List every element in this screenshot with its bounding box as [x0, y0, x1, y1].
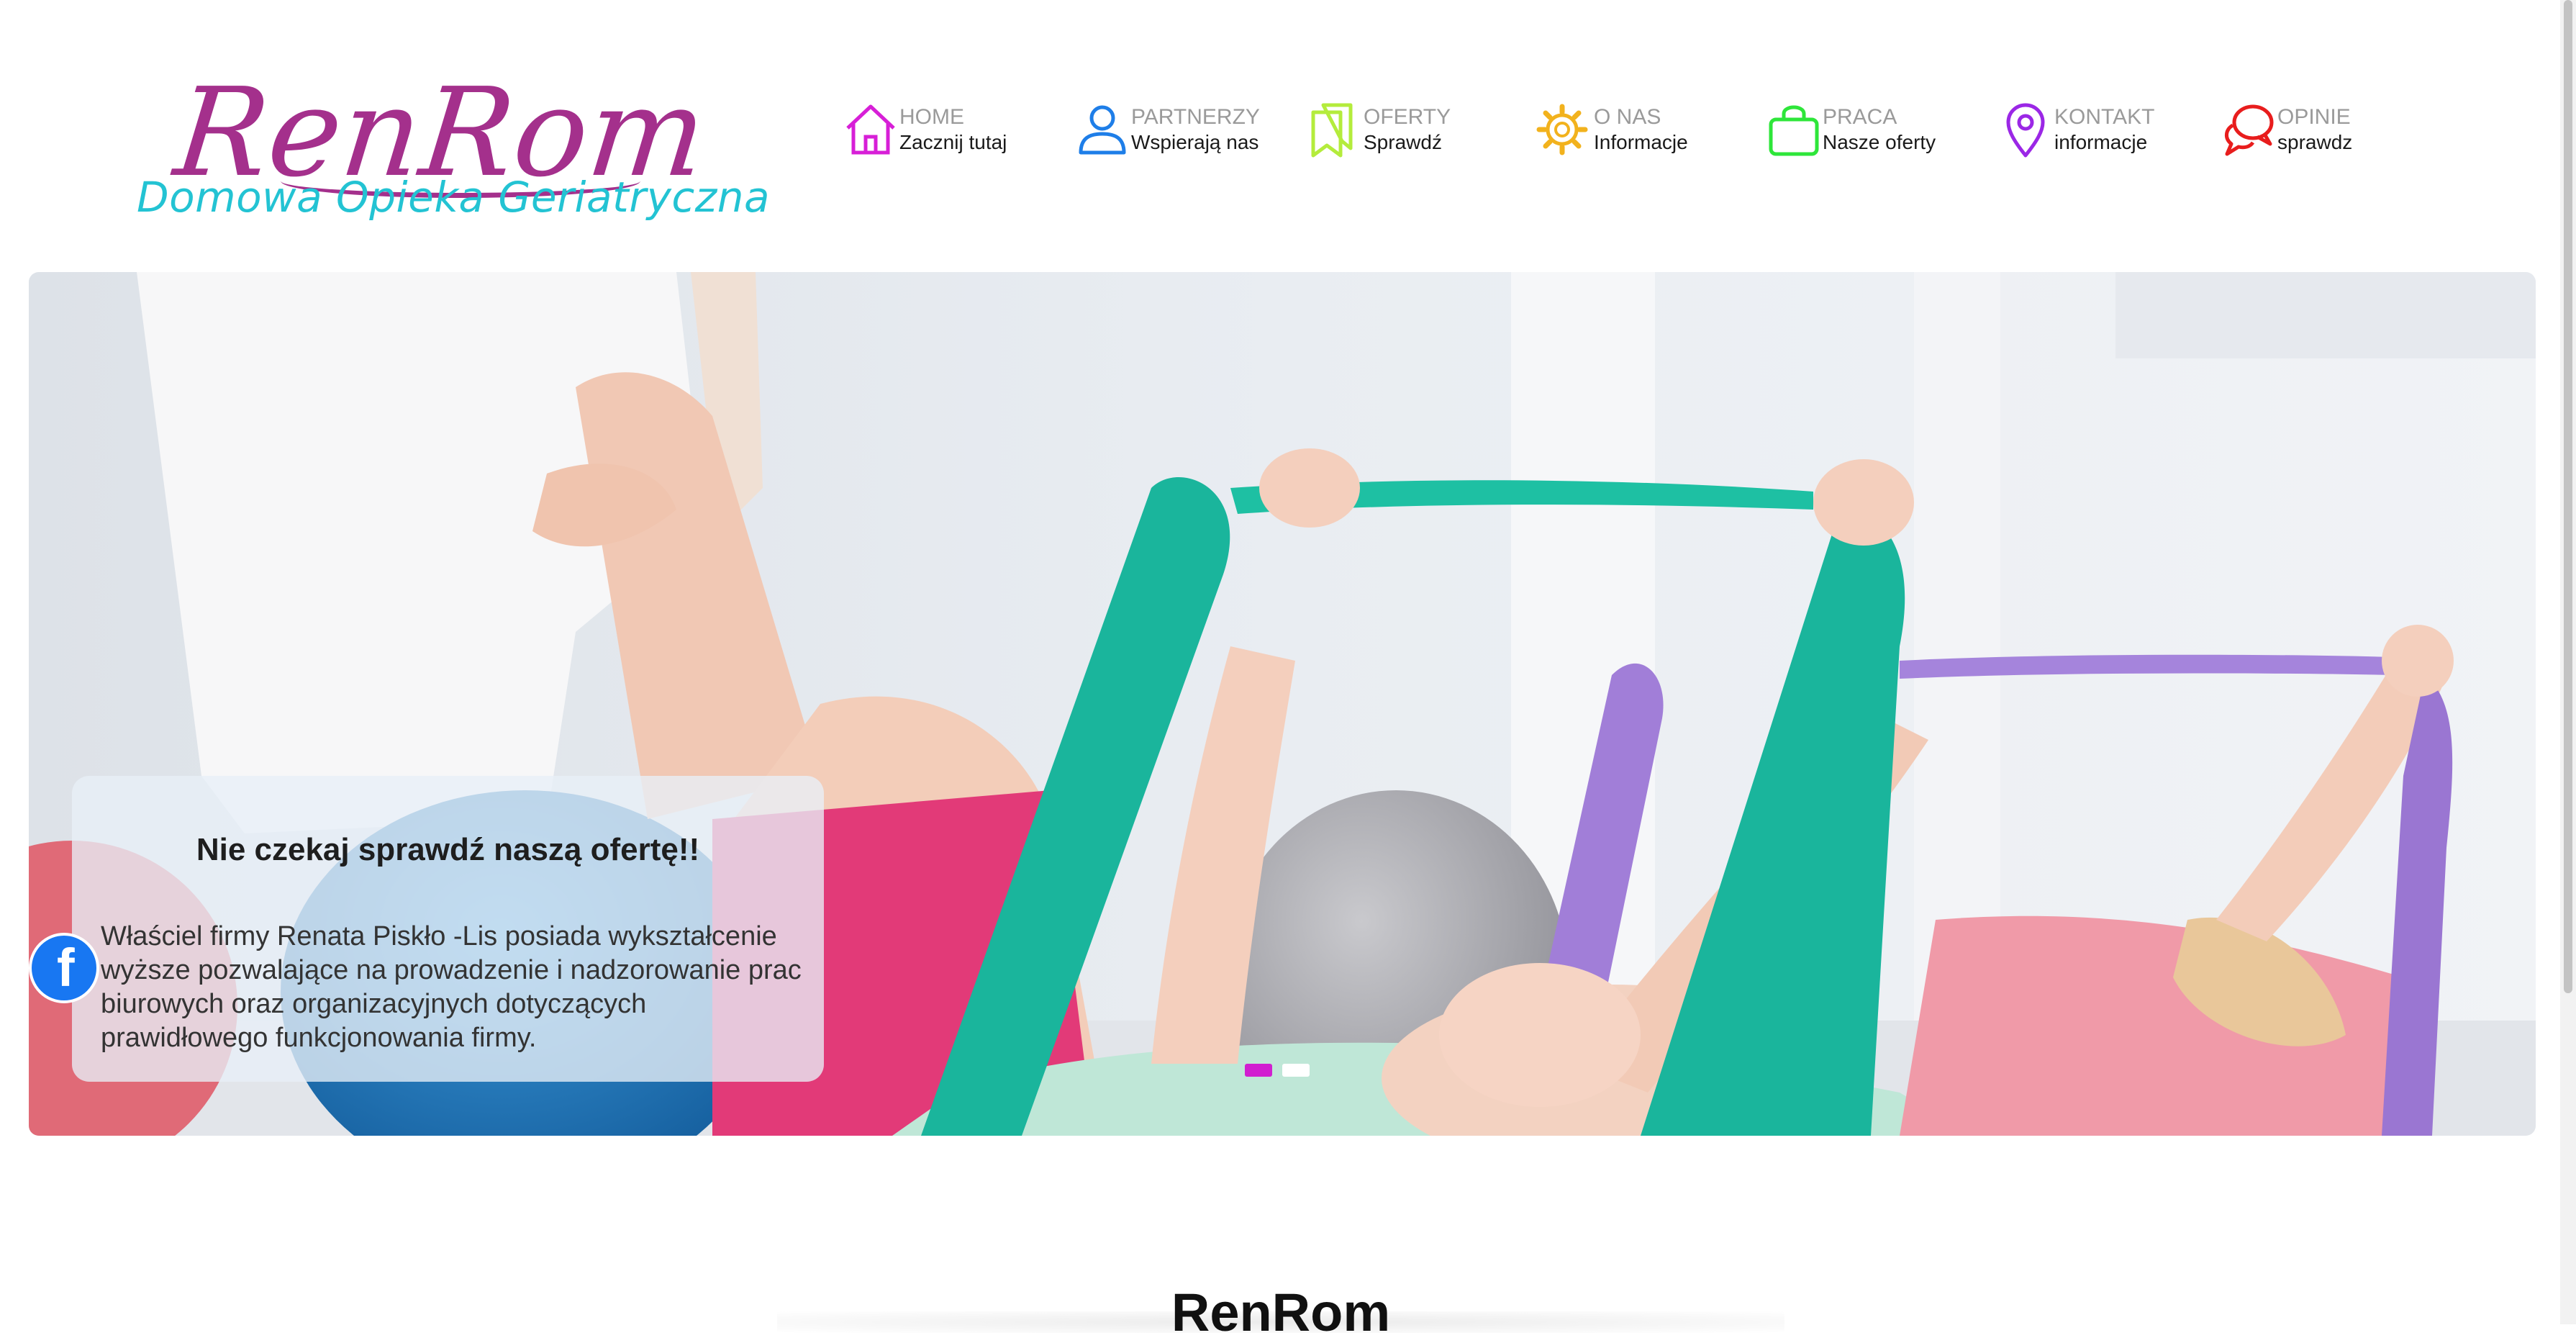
- section-divider-shadow: [777, 1311, 1784, 1333]
- nav-item-oferty-sub: Sprawdź: [1364, 131, 1442, 153]
- slide-caption: Nie czekaj sprawdź naszą ofertę!! Właści…: [72, 776, 824, 1082]
- chat-bubbles-icon: [2225, 104, 2274, 156]
- home-icon: [846, 104, 895, 155]
- slider-dot-2[interactable]: [1282, 1064, 1310, 1077]
- nav-item-opinie-title: OPINIE: [2277, 105, 2351, 129]
- nav-item-partnerzy-sub: Wspierają nas: [1131, 131, 1259, 153]
- logo-tagline: Domowa Opieka Geriatryczna: [137, 173, 771, 222]
- map-pin-icon: [2006, 103, 2045, 158]
- shopping-bag-icon: [1769, 105, 1819, 156]
- nav-item-praca-title: PRACA: [1823, 105, 1897, 129]
- slide-caption-text: Właściel firmy Renata Piskło -Lis posiad…: [101, 921, 802, 1053]
- facebook-icon: f: [57, 938, 75, 998]
- page-scrollbar[interactable]: [2560, 0, 2576, 1324]
- nav-item-home-title: HOME: [899, 105, 964, 129]
- nav-item-partnerzy-title: PARTNERZY: [1131, 105, 1260, 129]
- nav-item-o-nas-title: O NAS: [1594, 105, 1661, 129]
- slider-dot-1[interactable]: [1245, 1064, 1272, 1077]
- nav-item-opinie-sub: sprawdz: [2277, 131, 2353, 153]
- nav-item-kontakt-title: KONTAKT: [2054, 105, 2155, 129]
- nav-item-o-nas-sub: Informacje: [1594, 131, 1688, 153]
- nav-item-home-sub: Zacznij tutaj: [899, 131, 1007, 153]
- scrollbar-thumb[interactable]: [2564, 0, 2572, 993]
- bookmarks-icon: [1311, 103, 1353, 158]
- facebook-button[interactable]: f: [29, 933, 99, 1003]
- nav-item-praca-sub: Nasze oferty: [1823, 131, 1936, 153]
- nav-item-kontakt-sub: informacje: [2054, 131, 2148, 153]
- site-header: RenRom Domowa Opieka Geriatryczna HOME Z…: [0, 0, 2576, 266]
- slide-caption-title: Nie czekaj sprawdź naszą ofertę!!: [196, 832, 700, 867]
- gear-icon: [1536, 104, 1588, 155]
- hero-slider[interactable]: Nie czekaj sprawdź naszą ofertę!! Właści…: [29, 272, 2536, 1136]
- site-logo[interactable]: RenRom Domowa Opieka Geriatryczna: [137, 62, 770, 230]
- user-icon: [1079, 105, 1126, 155]
- nav-item-oferty-title: OFERTY: [1364, 105, 1451, 129]
